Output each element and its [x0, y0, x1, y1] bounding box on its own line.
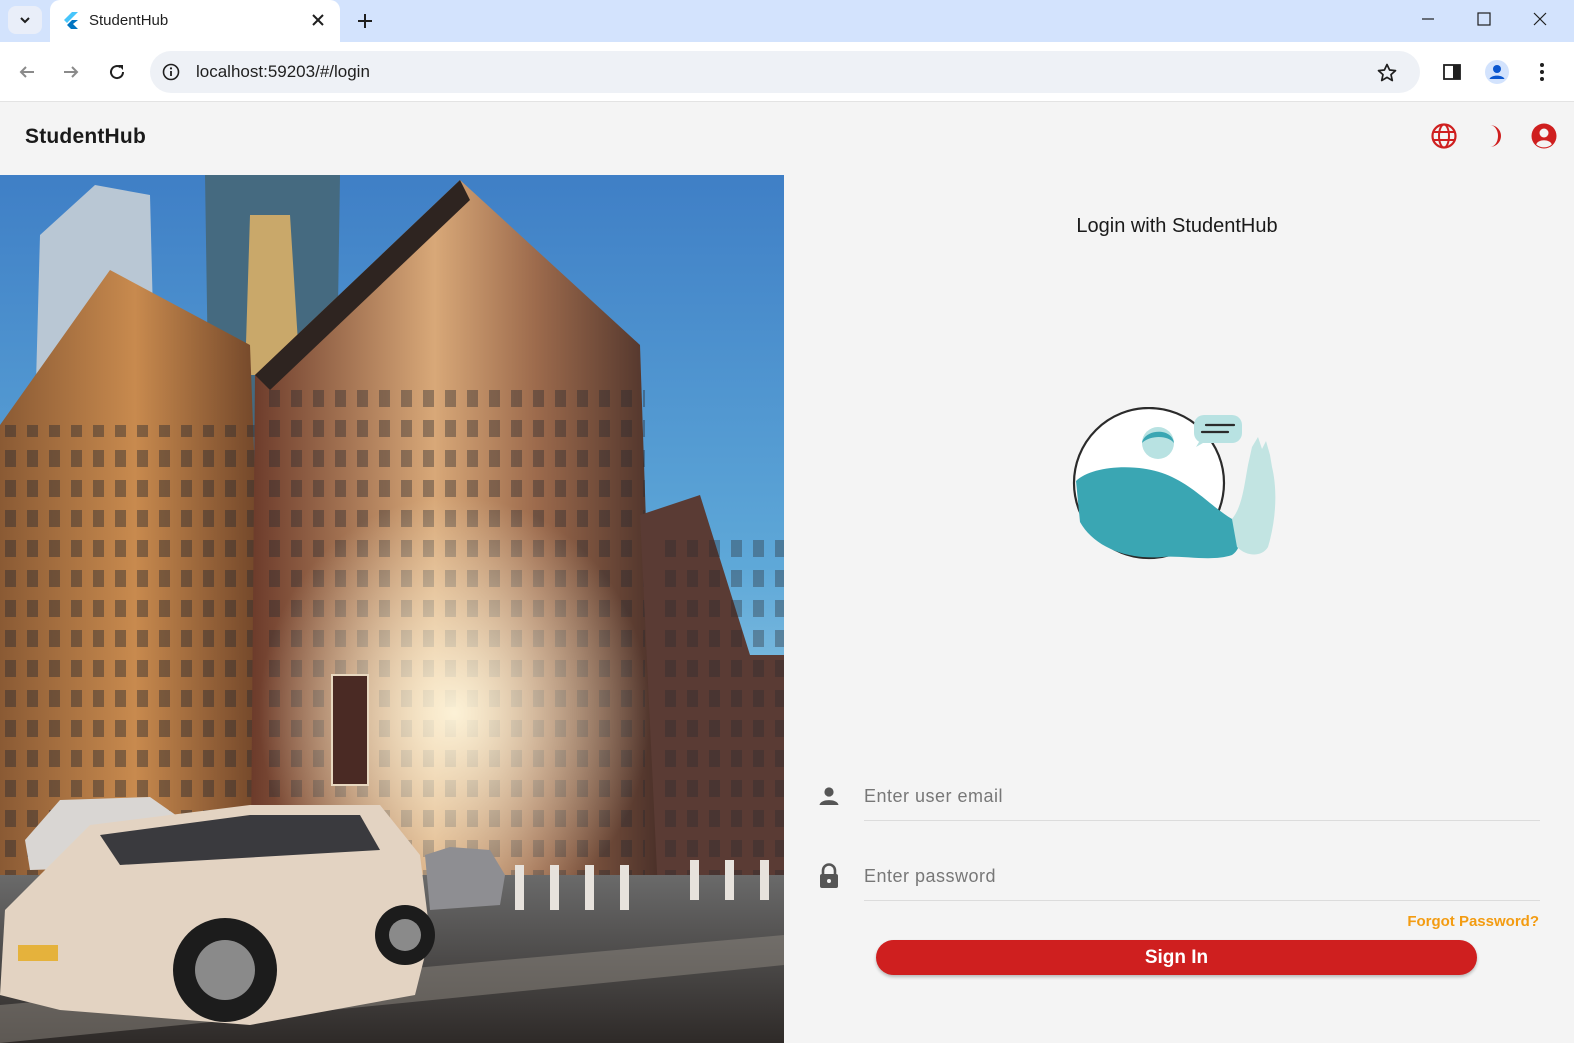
window-close-button[interactable] — [1512, 0, 1568, 38]
browser-tabstrip: StudentHub — [0, 0, 1574, 42]
login-title: Login with StudentHub — [1076, 215, 1278, 237]
browser-tab-active[interactable]: StudentHub — [50, 0, 340, 42]
arrow-right-icon — [64, 66, 79, 78]
password-input[interactable] — [864, 853, 1540, 901]
side-panel-button[interactable] — [1436, 56, 1468, 88]
email-input[interactable] — [864, 773, 1540, 821]
tab-close-button[interactable] — [306, 8, 330, 32]
site-info-button[interactable] — [160, 61, 182, 83]
star-icon — [1377, 63, 1397, 82]
info-icon — [162, 63, 180, 81]
email-field — [814, 773, 1540, 823]
waving-person-illustration — [1072, 407, 1276, 560]
reload-button[interactable] — [101, 56, 133, 88]
minimize-button[interactable] — [1400, 0, 1456, 38]
more-vert-icon — [1540, 63, 1544, 81]
account-icon — [1531, 123, 1557, 149]
moon-icon — [1490, 125, 1501, 147]
forgot-password-link[interactable]: Forgot Password? — [1384, 913, 1539, 930]
side-panel-icon — [1443, 64, 1461, 80]
browser-toolbar: localhost:59203/#/login — [0, 42, 1574, 102]
url-text: localhost:59203/#/login — [196, 62, 370, 81]
person-icon — [814, 781, 844, 811]
address-bar[interactable]: localhost:59203/#/login — [150, 51, 1420, 93]
maximize-button[interactable] — [1456, 0, 1512, 38]
chevron-down-icon — [20, 17, 30, 24]
browser-menu-button[interactable] — [1526, 56, 1558, 88]
close-icon — [1533, 12, 1547, 26]
plus-icon — [358, 14, 372, 28]
bookmark-button[interactable] — [1374, 60, 1400, 86]
maximize-icon — [1477, 12, 1491, 26]
new-tab-button[interactable] — [352, 8, 378, 34]
globe-icon — [1431, 123, 1457, 149]
login-panel: Login with StudentHub Forgot Password? S… — [784, 175, 1574, 1043]
minimize-icon — [1422, 18, 1434, 20]
account-button[interactable] — [1528, 120, 1560, 152]
profile-button[interactable] — [1481, 56, 1513, 88]
flutter-icon — [64, 12, 78, 29]
close-icon — [312, 14, 324, 26]
forward-button[interactable] — [55, 56, 87, 88]
sign-in-button[interactable]: Sign In — [876, 940, 1477, 975]
profile-icon — [1485, 60, 1509, 84]
back-button[interactable] — [11, 56, 43, 88]
theme-toggle-button[interactable] — [1477, 120, 1509, 152]
lock-icon — [814, 861, 844, 891]
tab-title: StudentHub — [89, 12, 169, 29]
password-field — [814, 853, 1540, 903]
language-button[interactable] — [1428, 120, 1460, 152]
arrow-left-icon — [19, 66, 34, 78]
app-brand[interactable]: StudentHub — [25, 125, 146, 149]
reload-icon — [110, 65, 125, 80]
app-header: StudentHub — [0, 103, 1574, 175]
tab-search-button[interactable] — [8, 6, 42, 34]
hero-city-image — [0, 175, 784, 1043]
